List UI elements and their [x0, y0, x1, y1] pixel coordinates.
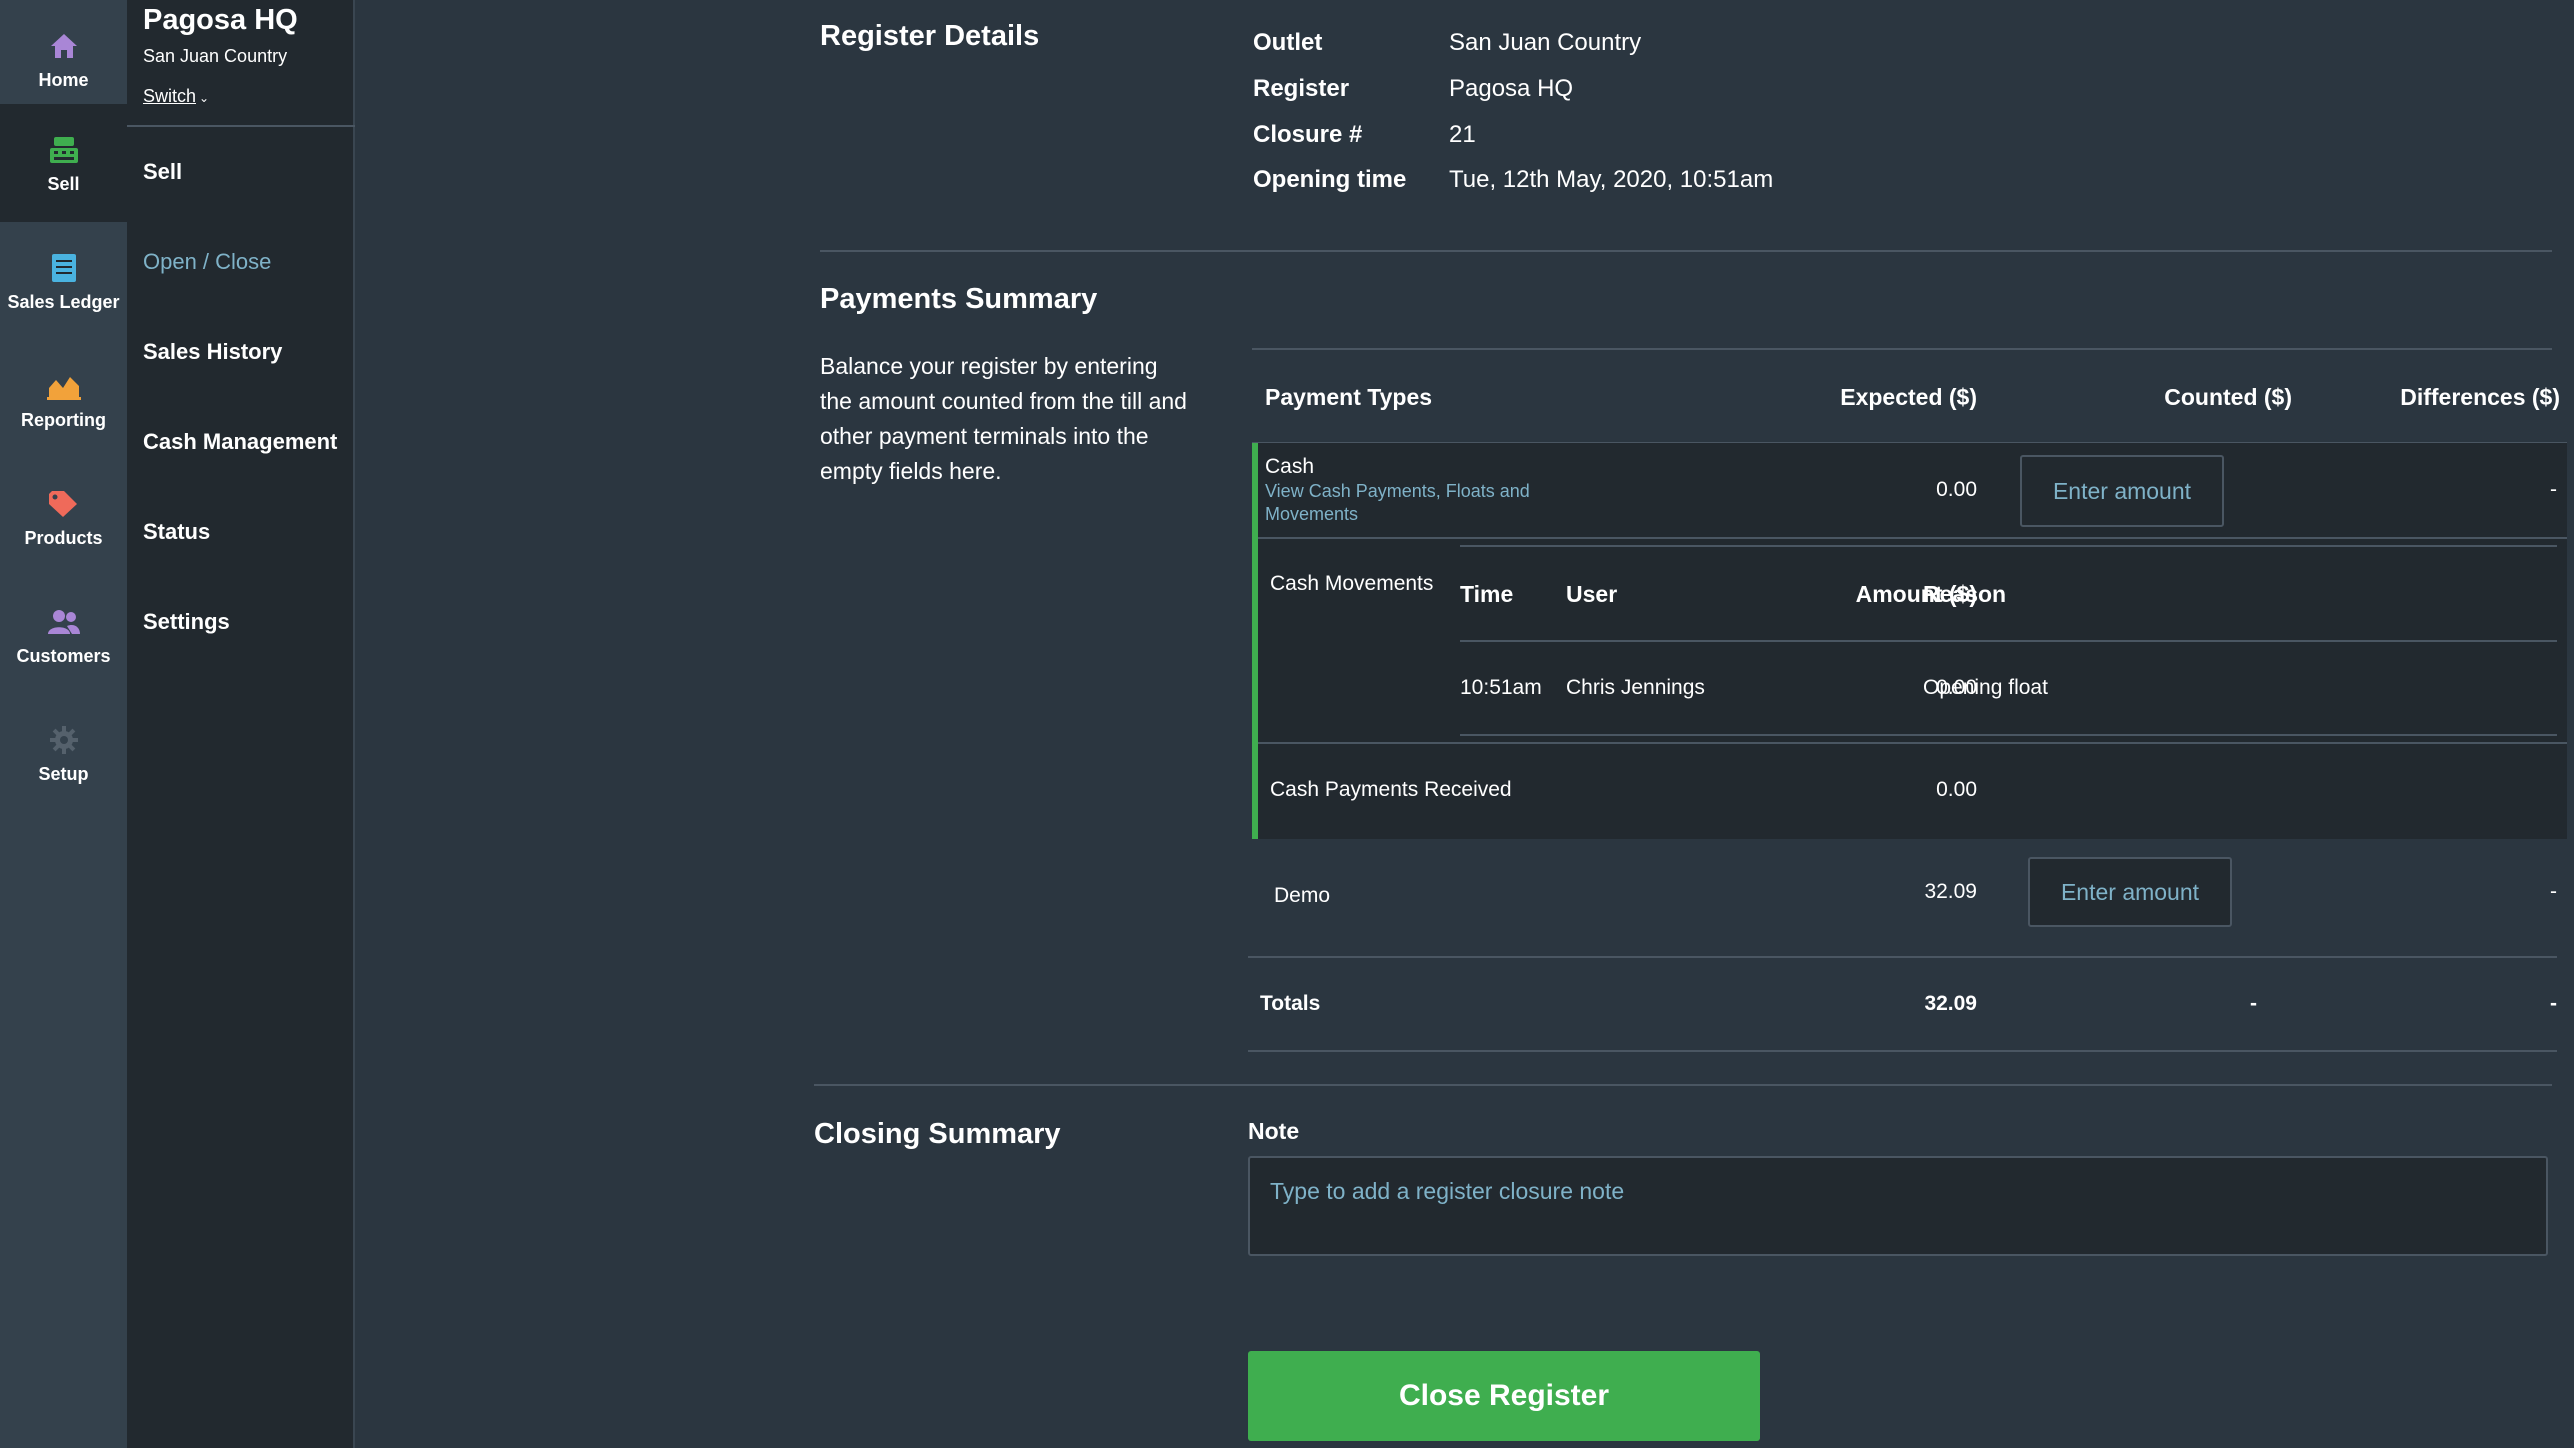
- demo-label: Demo: [1274, 884, 1331, 907]
- users-icon: [46, 604, 82, 640]
- movement-user: Chris Jennings: [1566, 676, 1705, 699]
- nav-sales-ledger[interactable]: Sales Ledger: [0, 222, 127, 340]
- movements-top-divider: [1460, 545, 2557, 547]
- demo-row-divider: [1248, 956, 2557, 958]
- detail-key-closure: Closure #: [1253, 121, 1363, 148]
- close-register-button[interactable]: Close Register: [1248, 1351, 1760, 1441]
- movements-col-time: Time: [1460, 581, 1514, 607]
- detail-value-register: Pagosa HQ: [1449, 75, 1574, 102]
- totals-label: Totals: [1260, 992, 1321, 1015]
- movement-reason: Opening float: [1923, 676, 2048, 699]
- chevron-down-icon: ⌄: [199, 91, 210, 105]
- cash-payments-received-label: Cash Payments Received: [1270, 778, 1512, 801]
- secondary-nav: Pagosa HQ San Juan Country Switch ⌄ Sell …: [127, 0, 355, 1448]
- subnav-item-sell[interactable]: Sell: [143, 159, 182, 185]
- payments-summary-description: Balance your register by entering the am…: [820, 353, 1187, 484]
- chart-icon: [46, 368, 82, 404]
- subnav-item-settings[interactable]: Settings: [143, 609, 230, 635]
- cash-row-divider: [1258, 537, 2567, 539]
- nav-sell[interactable]: Sell: [0, 104, 127, 222]
- main-content: Register Details Outlet San Juan Country…: [357, 0, 2574, 1448]
- detail-value-opening-time: Tue, 12th May, 2020, 10:51am: [1449, 166, 1774, 193]
- closing-summary-heading: Closing Summary: [814, 1118, 1061, 1150]
- movements-col-reason: Reason: [1923, 581, 2007, 607]
- detail-value-closure: 21: [1449, 121, 1476, 148]
- subnav-item-status[interactable]: Status: [143, 519, 210, 545]
- col-header-differences: Differences ($): [2400, 384, 2560, 410]
- note-label: Note: [1248, 1118, 1300, 1144]
- cash-expected-value: 0.00: [1936, 478, 1977, 501]
- register-details-heading: Register Details: [820, 20, 1040, 52]
- totals-counted-value: -: [2250, 992, 2257, 1015]
- movements-col-user: User: [1566, 581, 1618, 607]
- movements-bottom-divider: [1460, 734, 2557, 736]
- subnav-item-sales-history[interactable]: Sales History: [143, 339, 282, 365]
- detail-key-register: Register: [1253, 75, 1350, 102]
- gear-icon: [46, 722, 82, 758]
- detail-value-outlet: San Juan Country: [1449, 29, 1642, 56]
- nav-home-label: Home: [38, 69, 89, 90]
- demo-difference-value: -: [2550, 880, 2557, 903]
- section-divider-closing: [814, 1084, 2552, 1086]
- nav-products-label: Products: [24, 527, 103, 548]
- totals-difference-value: -: [2550, 992, 2557, 1015]
- nav-setup[interactable]: Setup: [0, 694, 127, 812]
- nav-sales-ledger-label: Sales Ledger: [7, 291, 120, 312]
- switch-store-link[interactable]: Switch ⌄: [143, 86, 209, 107]
- nav-reporting-label: Reporting: [21, 409, 106, 430]
- main-nav-rail: Home Sell Sales Ledger Reporting Product…: [0, 0, 127, 1448]
- home-icon: [46, 28, 82, 64]
- store-title: Pagosa HQ: [143, 4, 298, 36]
- cash-movements-label: Cash Movements: [1270, 572, 1434, 595]
- subnav-item-cash-management[interactable]: Cash Management: [143, 429, 337, 455]
- cash-label: Cash: [1265, 455, 1315, 478]
- movements-header-divider: [1460, 640, 2557, 642]
- store-subtitle: San Juan Country: [143, 46, 288, 66]
- register-icon: [46, 132, 82, 168]
- cash-payments-received-value: 0.00: [1936, 778, 1977, 801]
- nav-home[interactable]: Home: [0, 0, 127, 118]
- col-header-payment-types: Payment Types: [1265, 384, 1433, 410]
- nav-customers-label: Customers: [16, 645, 111, 666]
- demo-counted-input[interactable]: [2028, 857, 2232, 927]
- demo-expected-value: 32.09: [1924, 880, 1977, 903]
- col-header-expected: Expected ($): [1840, 384, 1977, 410]
- subnav-divider: [127, 125, 355, 127]
- totals-expected-value: 32.09: [1924, 992, 1977, 1015]
- detail-key-opening-time: Opening time: [1253, 166, 1407, 193]
- table-top-divider: [1252, 348, 2552, 350]
- nav-sell-label: Sell: [47, 173, 80, 194]
- nav-reporting[interactable]: Reporting: [0, 340, 127, 458]
- nav-customers[interactable]: Customers: [0, 576, 127, 694]
- switch-label: Switch: [143, 86, 197, 106]
- section-divider: [820, 250, 2552, 252]
- ledger-icon: [46, 250, 82, 286]
- view-cash-payments-link[interactable]: View Cash Payments, Floats and Movements: [1265, 480, 1565, 526]
- cash-payments-divider: [1258, 742, 2567, 744]
- subnav-item-open-close[interactable]: Open / Close: [143, 249, 271, 275]
- tag-icon: [46, 486, 82, 522]
- payments-summary-heading: Payments Summary: [820, 283, 1098, 315]
- detail-key-outlet: Outlet: [1253, 29, 1323, 56]
- cash-difference-value: -: [2550, 478, 2557, 501]
- col-header-counted: Counted ($): [2164, 384, 2292, 410]
- closure-note-input[interactable]: [1248, 1156, 2548, 1256]
- totals-divider: [1248, 1050, 2557, 1052]
- movement-time: 10:51am: [1460, 676, 1542, 699]
- nav-products[interactable]: Products: [0, 458, 127, 576]
- cash-counted-input[interactable]: [2020, 455, 2224, 527]
- nav-setup-label: Setup: [38, 763, 89, 784]
